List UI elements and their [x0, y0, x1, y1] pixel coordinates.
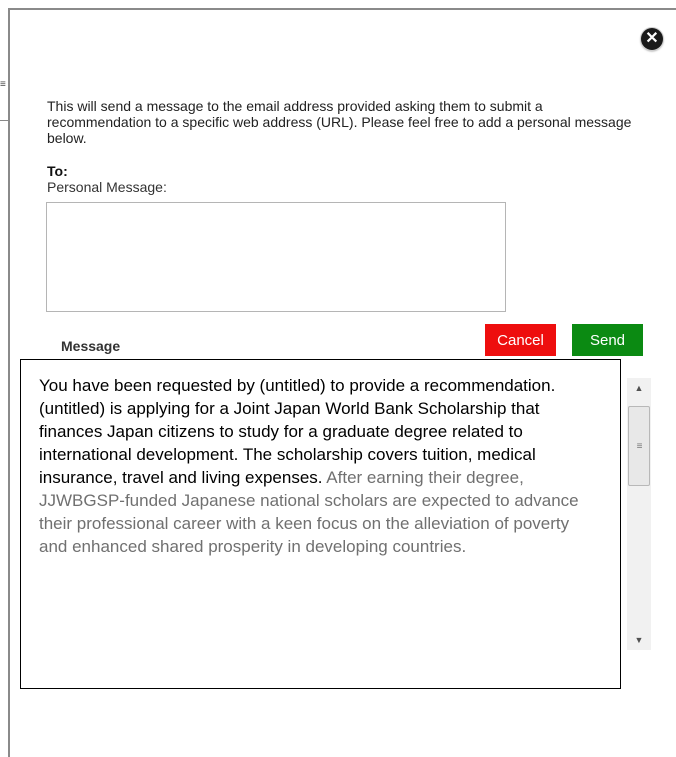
close-icon[interactable]: ✕	[641, 28, 663, 50]
background-divider	[0, 120, 8, 121]
page-border-top	[8, 8, 676, 10]
grip-icon: ≡	[636, 440, 643, 452]
scrollbar-thumb[interactable]: ≡	[628, 406, 650, 486]
message-heading: Message	[61, 338, 121, 354]
cancel-button[interactable]: Cancel	[485, 324, 556, 356]
personal-message-label: Personal Message:	[47, 179, 167, 195]
intro-text: This will send a message to the email ad…	[47, 98, 632, 146]
page-border-left	[8, 8, 10, 757]
scroll-down-arrow-icon[interactable]: ▼	[627, 630, 651, 650]
scroll-up-arrow-icon[interactable]: ▲	[627, 378, 651, 398]
send-button[interactable]: Send	[572, 324, 643, 356]
personal-message-input[interactable]	[46, 202, 506, 312]
to-label: To:	[47, 163, 68, 179]
background-menu-icon: ≡	[0, 79, 6, 90]
message-scrollbar[interactable]: ▲ ≡ ▼	[627, 378, 651, 650]
message-body: You have been requested by (untitled) to…	[20, 359, 621, 689]
